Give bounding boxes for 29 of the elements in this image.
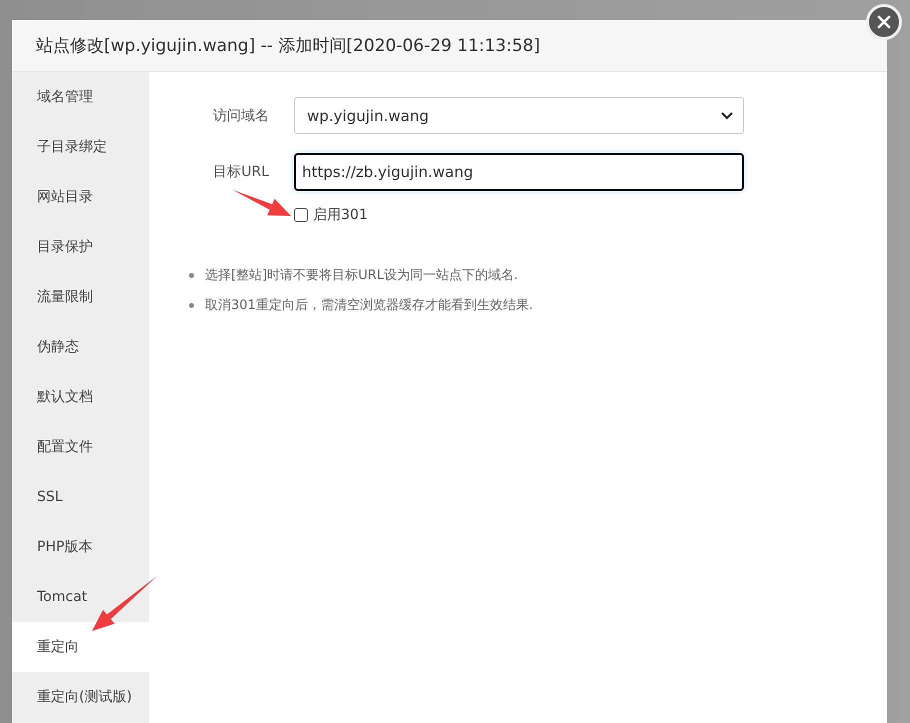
sidebar-item[interactable]: 子目录绑定: [12, 122, 149, 172]
sidebar-item[interactable]: 配置文件: [12, 422, 149, 472]
sidebar-item[interactable]: 网站目录: [12, 172, 149, 222]
chevron-down-icon: [721, 112, 733, 120]
sidebar-item[interactable]: 重定向: [12, 622, 149, 672]
sidebar-item[interactable]: 默认文档: [12, 372, 149, 422]
sidebar-item[interactable]: 域名管理: [12, 72, 149, 122]
sidebar-item[interactable]: 伪静态: [12, 322, 149, 372]
field-label: 目标URL: [212, 163, 270, 181]
dialog-title: 站点修改[wp.yigujin.wang] -- 添加时间[2020-06-29 11:13:58]: [36, 35, 540, 57]
sidebar-item[interactable]: Tomcat: [12, 572, 149, 622]
url-input[interactable]: https://zb.yigujin.wang: [294, 153, 744, 191]
annotation-arrow: [233, 190, 291, 216]
sidebar-item[interactable]: SSL: [12, 472, 149, 522]
sidebar-item[interactable]: 重定向(测试版): [12, 672, 149, 722]
sidebar-item[interactable]: 流量限制: [12, 272, 149, 322]
checkbox[interactable]: [294, 208, 308, 222]
field-label: 访问域名: [212, 106, 270, 124]
note-text: 取消301重定向后，需清空浏览器缓存才能看到生效结果.: [205, 297, 533, 314]
close-icon: [877, 15, 891, 29]
bullet-icon: [189, 302, 194, 308]
checkbox-label: 启用301: [313, 206, 368, 224]
bullet-icon: [189, 272, 194, 278]
sidebar-item[interactable]: PHP版本: [12, 522, 149, 572]
annotation-arrow: [92, 576, 157, 631]
domain-select[interactable]: wp.yigujin.wang: [294, 97, 744, 134]
sidebar-item[interactable]: 目录保护: [12, 222, 149, 272]
close-button[interactable]: [866, 4, 902, 40]
note-text: 选择[整站]时请不要将目标URL设为同一站点下的域名.: [205, 267, 518, 284]
